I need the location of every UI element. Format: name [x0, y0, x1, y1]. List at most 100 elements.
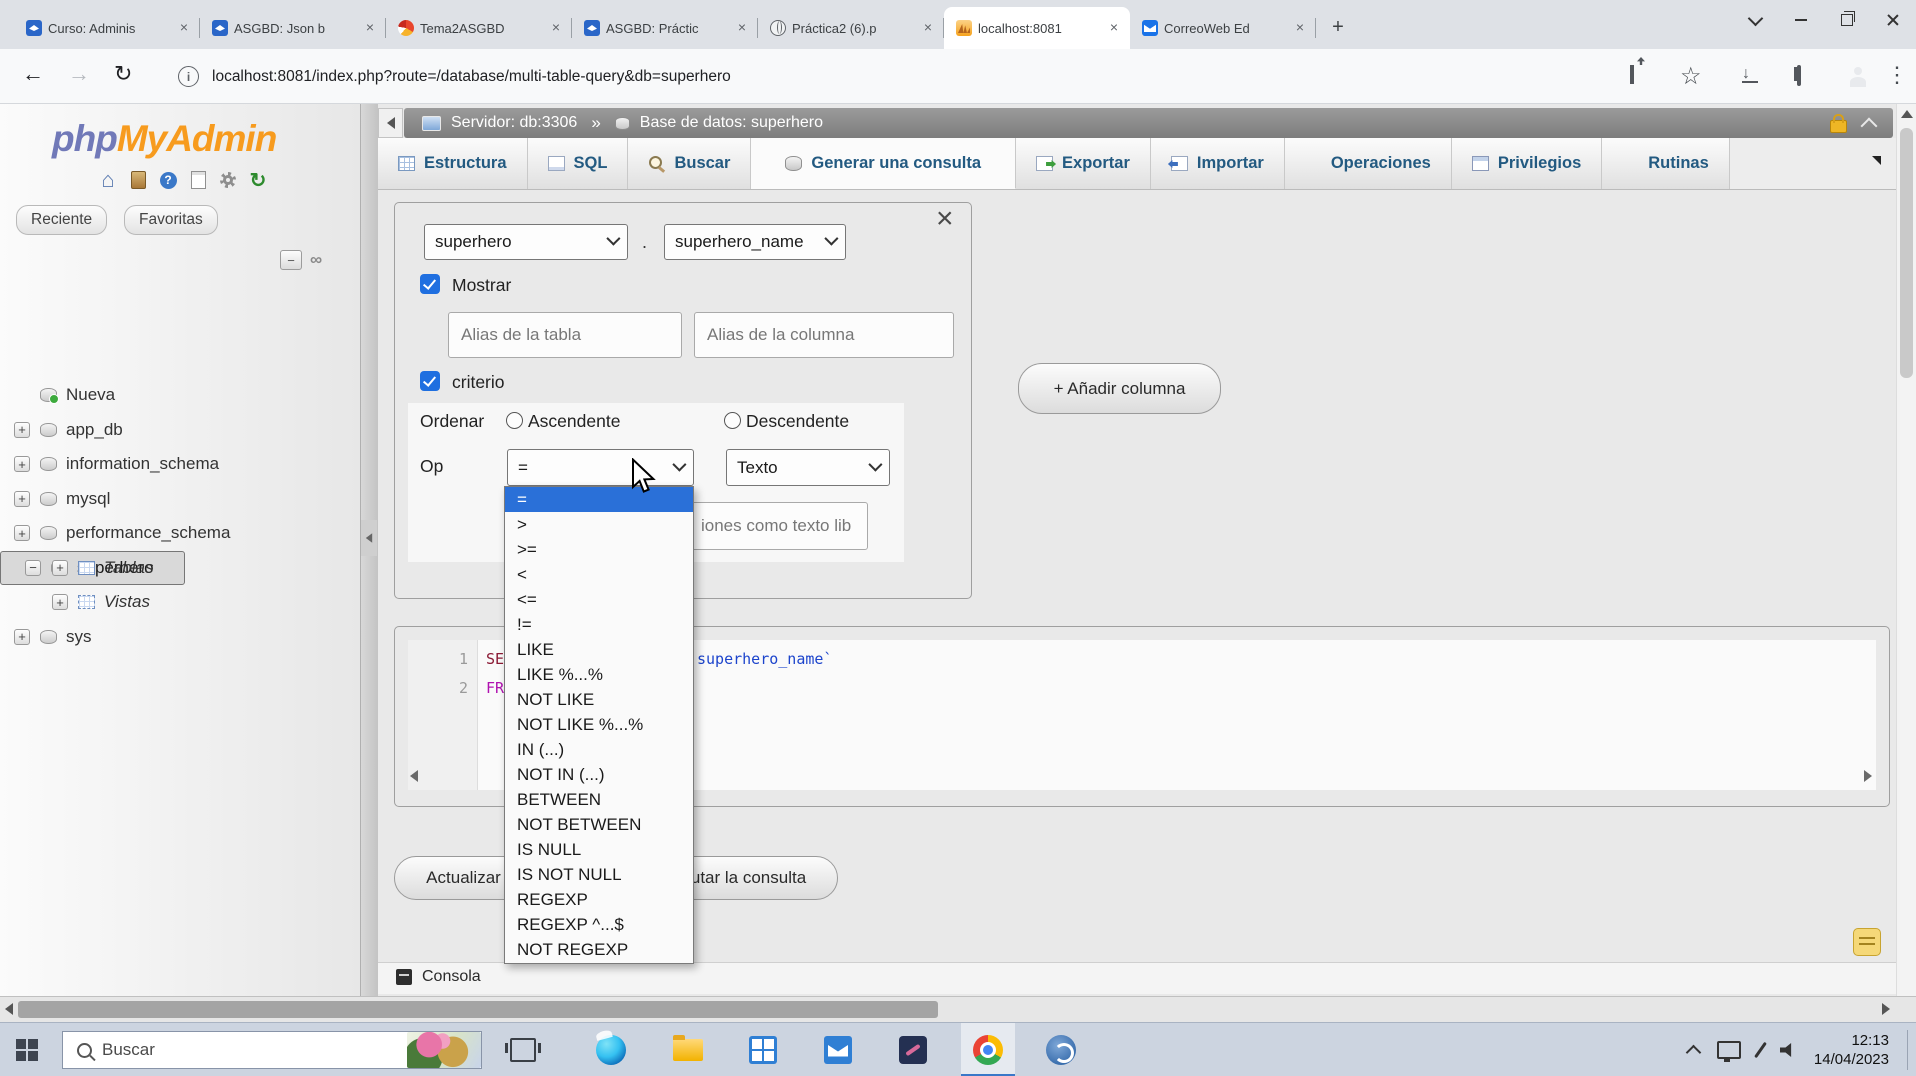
tab-search-button[interactable]	[1732, 0, 1778, 40]
operator-option[interactable]: =	[505, 487, 693, 513]
operator-option[interactable]: NOT BETWEEN	[505, 813, 693, 838]
edge-button[interactable]	[584, 1023, 638, 1076]
refresh-icon[interactable]: ↻	[246, 168, 270, 192]
taskbar-search[interactable]: Buscar	[62, 1031, 482, 1069]
pma-logo[interactable]: phpMyAdmin	[52, 118, 277, 160]
operator-option[interactable]: <	[505, 562, 693, 587]
criteria-checkbox[interactable]	[420, 371, 440, 391]
pma-tab[interactable]: Generar una consulta	[751, 138, 1017, 189]
operator-option[interactable]: >=	[505, 537, 693, 562]
link-panels-icon[interactable]: ∞	[310, 250, 322, 270]
tree-expander-icon[interactable]: +	[14, 421, 30, 438]
scroll-left-icon[interactable]	[5, 1003, 13, 1015]
start-button[interactable]	[16, 1038, 38, 1061]
tree-expander-icon[interactable]: +	[14, 456, 30, 473]
pma-tab[interactable]: Rutinas	[1602, 138, 1730, 189]
table-select[interactable]: superhero	[424, 224, 628, 260]
operator-option[interactable]: BETWEEN	[505, 788, 693, 813]
tree-item[interactable]: + app_db	[0, 413, 360, 448]
remove-column-icon[interactable]: ×	[936, 204, 954, 234]
home-icon[interactable]: ⌂	[96, 167, 120, 192]
forward-button[interactable]: →	[68, 61, 90, 87]
operator-select[interactable]: =	[507, 449, 694, 486]
browser-tab[interactable]: CorreoWeb Ed ×	[1130, 7, 1316, 49]
browser-tab[interactable]: Tema2ASGBD ×	[386, 7, 572, 49]
tab-close-icon[interactable]: ×	[362, 20, 378, 36]
operator-option[interactable]: IS NULL	[505, 838, 693, 863]
tab-close-icon[interactable]: ×	[920, 20, 936, 36]
bookmark-star-icon[interactable]: ☆	[1680, 62, 1702, 91]
logout-icon[interactable]	[126, 168, 150, 192]
more-tabs-icon[interactable]	[1872, 156, 1881, 165]
operator-option[interactable]: IN (...)	[505, 737, 693, 762]
tree-item[interactable]: + information_schema	[0, 447, 360, 482]
vertical-scroll-thumb[interactable]	[1900, 128, 1913, 378]
add-column-button[interactable]: + Añadir columna	[1018, 363, 1221, 414]
breadcrumb-database[interactable]: Base de datos: superhero	[640, 114, 823, 132]
operator-option[interactable]: >	[505, 512, 693, 537]
console-label[interactable]: Consola	[422, 968, 481, 986]
display-tray-icon[interactable]	[1716, 1041, 1741, 1062]
browser-tab[interactable]: Práctica2 (6).p ×	[758, 7, 944, 49]
operator-option[interactable]: LIKE %...%	[505, 662, 693, 687]
favorite-tables-button[interactable]: Favoritas	[124, 205, 218, 235]
ascending-radio[interactable]	[506, 412, 523, 429]
operator-option[interactable]: NOT LIKE %...%	[505, 712, 693, 737]
tab-close-icon[interactable]: ×	[734, 20, 750, 36]
column-alias-input[interactable]	[694, 312, 954, 358]
type-select[interactable]: Texto	[726, 449, 890, 486]
dark-app-button[interactable]	[886, 1023, 940, 1076]
pma-tab[interactable]: SQL	[527, 138, 629, 189]
pma-tab[interactable]: Operaciones	[1284, 138, 1452, 189]
operator-option[interactable]: LIKE	[505, 637, 693, 662]
taskbar-clock[interactable]: 12:13 14/04/2023	[1814, 1031, 1889, 1069]
back-button[interactable]: ←	[22, 61, 44, 87]
browser-menu-icon[interactable]: ⋮	[1886, 62, 1908, 88]
tree-expander-icon[interactable]: +	[14, 628, 30, 645]
file-explorer-button[interactable]	[661, 1023, 715, 1076]
scroll-right-icon[interactable]	[1882, 1003, 1890, 1015]
tree-expander-icon[interactable]: +	[14, 525, 30, 542]
page-settings-icon[interactable]	[1853, 928, 1881, 956]
show-checkbox[interactable]	[420, 274, 440, 294]
recent-tables-button[interactable]: Reciente	[16, 205, 108, 235]
download-icon[interactable]: ↓	[1742, 65, 1750, 82]
horizontal-scrollbar[interactable]	[0, 996, 1916, 1022]
reload-button[interactable]: ↻	[114, 61, 132, 87]
tree-item[interactable]: + sys	[0, 620, 360, 655]
minimize-button[interactable]	[1778, 0, 1824, 40]
site-info-icon[interactable]: i	[178, 66, 199, 87]
browser-tab[interactable]: ASGBD: Json b ×	[200, 7, 386, 49]
tree-item[interactable]: + Vistas	[0, 585, 360, 620]
tab-close-icon[interactable]: ×	[176, 20, 192, 36]
collapse-all-icon[interactable]: −	[280, 250, 302, 270]
console-bar[interactable]	[378, 962, 1896, 994]
help-icon[interactable]: ?	[156, 168, 180, 192]
tree-expander-icon[interactable]: +	[52, 559, 68, 576]
tree-item[interactable]: + Tablas	[0, 551, 360, 586]
search-highlight-image[interactable]	[407, 1032, 481, 1068]
sql-scroll-right-icon[interactable]	[1864, 770, 1872, 782]
share-icon[interactable]	[1630, 65, 1634, 84]
panel-collapse-handle[interactable]	[361, 520, 377, 556]
tree-item[interactable]: Nueva	[0, 378, 360, 413]
browser-tab[interactable]: ASGBD: Práctic ×	[572, 7, 758, 49]
operator-option[interactable]: NOT LIKE	[505, 687, 693, 712]
operator-option[interactable]: IS NOT NULL	[505, 863, 693, 888]
speaker-icon[interactable]	[1779, 1043, 1792, 1057]
task-view-button[interactable]	[496, 1023, 550, 1076]
operator-option[interactable]: REGEXP ^...$	[505, 913, 693, 938]
operator-option[interactable]: NOT IN (...)	[505, 763, 693, 788]
sidebar-toggle-icon[interactable]	[1797, 65, 1801, 86]
show-desktop-divider[interactable]	[1907, 1030, 1908, 1070]
pma-tab[interactable]: Importar	[1150, 138, 1285, 189]
operator-option[interactable]: <=	[505, 587, 693, 612]
scroll-up-icon[interactable]	[1901, 110, 1913, 118]
close-window-button[interactable]	[1870, 0, 1916, 40]
nav-panel-toggle[interactable]	[378, 108, 403, 138]
docs-icon[interactable]	[186, 168, 210, 192]
collapse-breadcrumb-icon[interactable]	[1860, 117, 1878, 134]
horizontal-scroll-thumb[interactable]	[18, 1001, 938, 1018]
tab-close-icon[interactable]: ×	[1106, 20, 1122, 36]
browser-tab[interactable]: localhost:8081 ×	[944, 7, 1130, 49]
